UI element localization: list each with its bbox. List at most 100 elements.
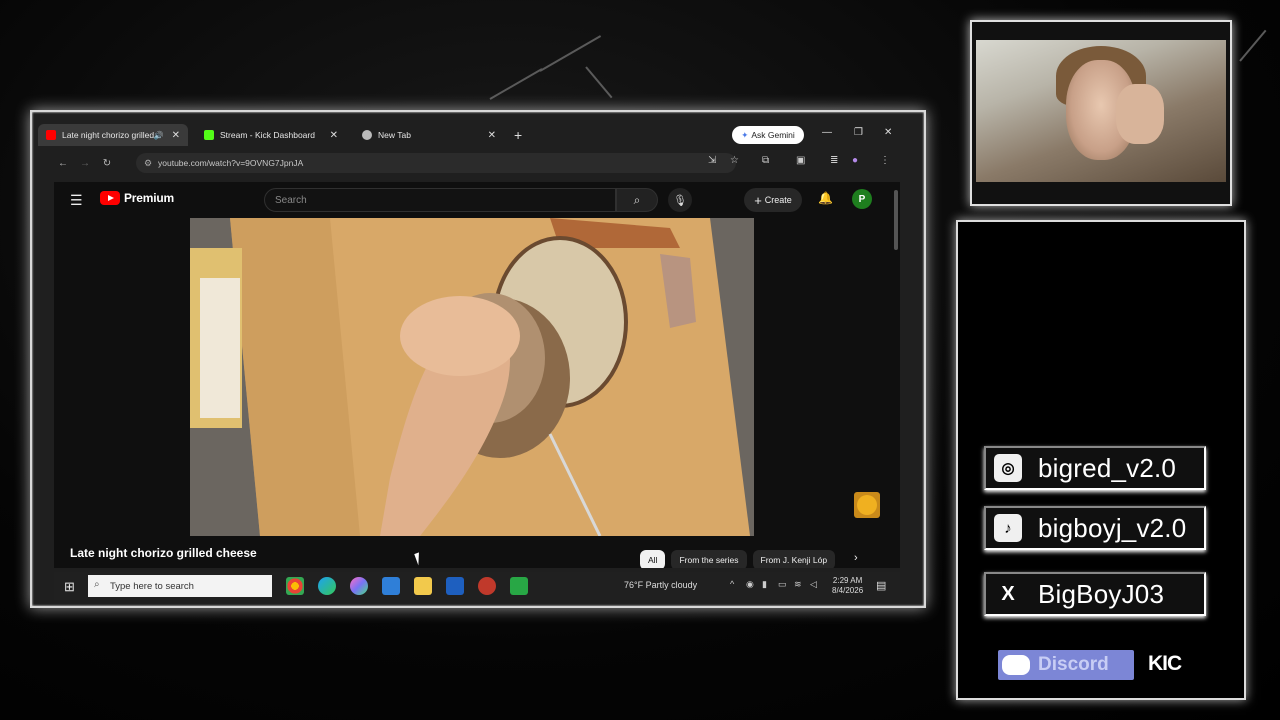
forward-icon[interactable]: → <box>74 158 96 169</box>
minimize-icon[interactable]: — <box>822 127 832 138</box>
kick-logo: KIC <box>1148 652 1182 675</box>
discord-icon <box>1002 655 1030 675</box>
kick-favicon-icon <box>204 130 214 140</box>
taskbar-search-input[interactable]: ⌕ Type here to search <box>88 575 272 597</box>
youtube-favicon-icon <box>46 130 56 140</box>
youtube-page: ☰ Premium Search ⌕ 🎙 + Create 🔔 P Late n… <box>54 182 900 568</box>
webcam-feed <box>976 40 1226 182</box>
clock-date: 8/4/2026 <box>832 586 864 595</box>
url-text: youtube.com/watch?v=9OVNG7JpnJA <box>158 158 304 168</box>
address-bar-row: ← → ↻ ⚙ youtube.com/watch?v=9OVNG7JpnJA … <box>52 150 906 176</box>
bookmark-star-icon[interactable]: ☆ <box>730 155 739 166</box>
edge-app-icon[interactable] <box>318 577 336 595</box>
plus-icon[interactable]: + <box>514 127 522 143</box>
close-tab-icon[interactable]: ✕ <box>488 130 496 141</box>
taskbar-clock[interactable]: 2:29 AM 8/4/2026 <box>832 576 863 596</box>
clock-time: 2:29 AM <box>832 576 863 585</box>
notifications-bell-icon[interactable]: 🔔 <box>818 191 833 205</box>
back-icon[interactable]: ← <box>52 158 74 169</box>
mail-app-icon[interactable] <box>382 577 400 595</box>
menu-kebab-icon[interactable]: ⋮ <box>880 155 890 166</box>
xbox-app-icon[interactable] <box>510 577 528 595</box>
weather-widget[interactable]: 76°F Partly cloudy <box>624 580 697 590</box>
reload-icon[interactable]: ↻ <box>96 158 118 169</box>
page-scrollbar[interactable] <box>894 190 898 250</box>
create-button[interactable]: + Create <box>744 188 802 212</box>
video-player[interactable] <box>190 218 754 536</box>
chrome-app-icon[interactable] <box>286 577 304 595</box>
youtube-logo[interactable]: Premium <box>100 191 174 205</box>
mic-tray-icon[interactable]: ▮ <box>762 579 767 590</box>
avatar[interactable]: P <box>852 189 872 209</box>
tab-new[interactable]: New Tab ✕ <box>354 124 504 146</box>
social-tiktok: ♪ bigboyj_v2.0 <box>984 506 1206 550</box>
search-icon[interactable]: ⌕ <box>616 188 658 212</box>
close-window-icon[interactable]: ✕ <box>884 127 892 138</box>
taskbar-search-placeholder: Type here to search <box>110 580 194 592</box>
restore-icon[interactable]: ❐ <box>854 127 863 138</box>
tab-label: Late night chorizo grilled ch <box>62 130 154 140</box>
windows-start-icon[interactable]: ⊞ <box>64 579 75 595</box>
windows-taskbar: ⊞ ⌕ Type here to search 76°F Partly clou… <box>54 572 900 600</box>
tab-youtube[interactable]: Late night chorizo grilled ch 🔊 ✕ <box>38 124 188 146</box>
obs-app-icon[interactable] <box>478 577 496 595</box>
speaker-icon[interactable]: 🔊 <box>154 131 164 140</box>
video-frame <box>190 218 754 536</box>
search-icon: ⌕ <box>94 579 100 590</box>
decor-line <box>539 35 602 72</box>
install-app-icon[interactable]: ⇲ <box>708 155 716 166</box>
file-explorer-icon[interactable] <box>414 577 432 595</box>
reading-list-icon[interactable]: ≣ <box>830 155 838 166</box>
discord-label: Discord <box>1038 654 1109 675</box>
discord-badge: Discord <box>998 650 1134 680</box>
side-panel-icon[interactable]: ▣ <box>796 155 805 166</box>
network-icon[interactable]: ▭ <box>778 579 787 590</box>
hamburger-menu-icon[interactable]: ☰ <box>70 192 83 209</box>
chip-from-kenji[interactable]: From J. Kenji Lóp <box>752 550 835 568</box>
x-handle: BigBoyJ03 <box>1038 578 1165 609</box>
wifi-icon[interactable]: ≋ <box>794 579 802 590</box>
tab-label: Stream - Kick Dashboard <box>220 130 315 140</box>
youtube-brand-label: Premium <box>124 191 174 205</box>
instagram-icon: ◎ <box>994 454 1022 482</box>
tab-label: New Tab <box>378 130 411 140</box>
chevron-right-icon[interactable]: › <box>854 552 858 564</box>
close-tab-icon[interactable]: ✕ <box>330 130 338 141</box>
site-info-icon[interactable]: ⚙ <box>144 158 152 169</box>
floating-badge-icon[interactable] <box>854 492 880 518</box>
webcam-frame <box>970 20 1232 206</box>
instagram-handle: bigred_v2.0 <box>1038 452 1177 483</box>
volume-icon[interactable]: ◁ <box>810 579 817 590</box>
url-field[interactable]: ⚙ youtube.com/watch?v=9OVNG7JpnJA <box>136 153 736 173</box>
copilot-app-icon[interactable] <box>350 577 368 595</box>
social-x: X BigBoyJ03 <box>984 572 1206 616</box>
tiktok-icon: ♪ <box>994 514 1022 542</box>
close-tab-icon[interactable]: ✕ <box>172 130 180 141</box>
extensions-icon[interactable]: ⧉ <box>762 155 769 166</box>
plus-icon: + <box>754 192 762 208</box>
create-label: Create <box>764 195 792 205</box>
gemini-sparkle-icon: ✦ <box>741 129 749 140</box>
chip-from-series[interactable]: From the series <box>671 550 747 568</box>
youtube-search-input[interactable]: Search <box>264 188 616 212</box>
video-title: Late night chorizo grilled cheese <box>70 546 257 560</box>
tray-chevron-icon[interactable]: ^ <box>730 579 734 589</box>
decor-line <box>1239 29 1267 62</box>
ask-gemini-button[interactable]: ✦ Ask Gemini <box>732 126 804 144</box>
stream-overlay: Late night chorizo grilled ch 🔊 ✕ Stream… <box>0 0 1280 720</box>
tab-kick[interactable]: Stream - Kick Dashboard ✕ <box>196 124 346 146</box>
profile-icon[interactable]: ● <box>852 155 858 166</box>
tiktok-handle: bigboyj_v2.0 <box>1038 512 1187 543</box>
microphone-icon[interactable]: 🎙 <box>668 188 692 212</box>
streamer-hand <box>1116 84 1164 144</box>
youtube-play-icon <box>100 191 120 205</box>
tray-app-icon[interactable]: ◉ <box>746 579 754 590</box>
browser-window: Late night chorizo grilled ch 🔊 ✕ Stream… <box>30 110 926 608</box>
decor-line <box>489 68 543 100</box>
recommendation-chips: All From the series From J. Kenji Lóp <box>640 550 835 568</box>
notification-center-icon[interactable]: ▤ <box>876 579 886 592</box>
chip-all[interactable]: All <box>640 550 666 568</box>
store-app-icon[interactable] <box>446 577 464 595</box>
tab-strip: Late night chorizo grilled ch 🔊 ✕ Stream… <box>38 124 918 146</box>
x-icon: X <box>1001 582 1015 605</box>
